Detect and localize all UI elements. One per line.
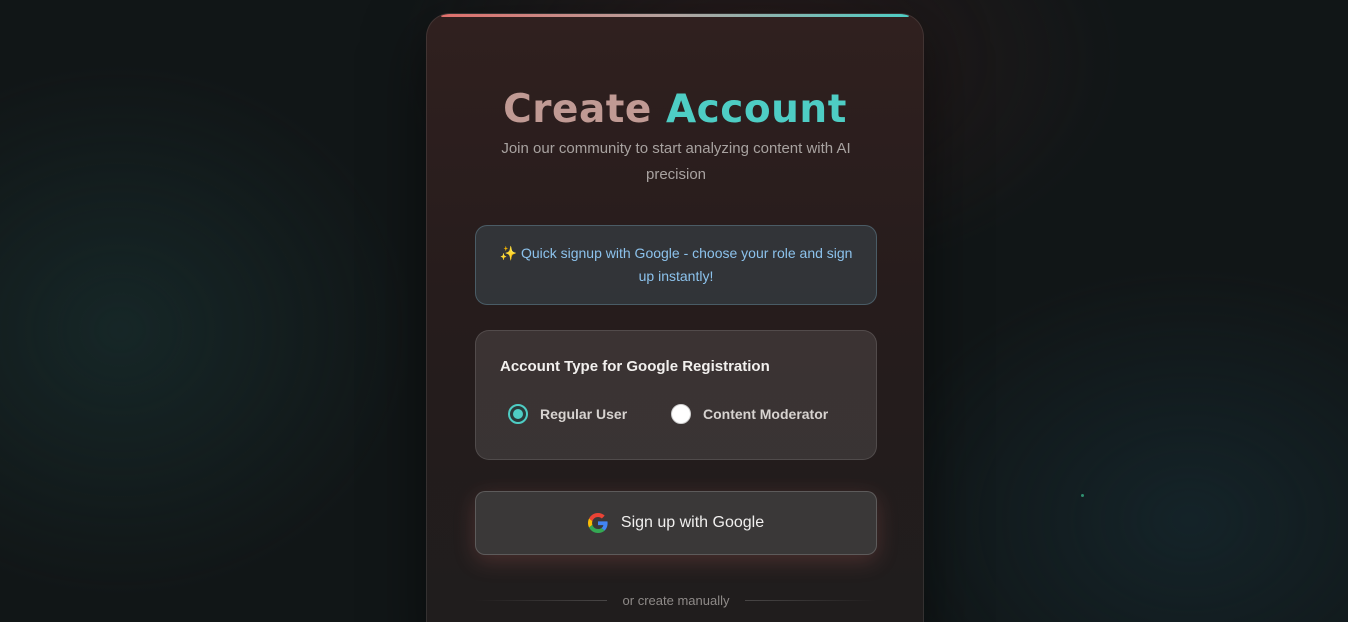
page-title-word-create: Create	[503, 87, 652, 132]
google-signup-label: Sign up with Google	[620, 514, 765, 531]
card-accent-line	[441, 14, 909, 17]
account-type-heading: Account Type for Google Registration	[500, 358, 770, 375]
google-signup-button[interactable]: Sign up with Google	[475, 491, 877, 555]
page-title: Create Account	[427, 86, 923, 134]
divider-line-right	[745, 599, 878, 601]
signup-card: Create Account Join our community to sta…	[426, 13, 924, 622]
google-g-icon	[587, 513, 608, 533]
radio-option-regular-user[interactable]: Regular User	[508, 404, 627, 424]
account-type-panel: Account Type for Google Registration Reg…	[475, 330, 877, 460]
radio-label-regular-user: Regular User	[540, 406, 628, 422]
divider-line-left	[475, 599, 607, 601]
sparkles-icon: ✨	[499, 245, 517, 261]
radio-label-content-moderator: Content Moderator	[703, 406, 829, 422]
page-subtitle: Join our community to start analyzing co…	[501, 140, 851, 183]
google-signup-notice: ✨ Quick signup with Google - choose your …	[475, 225, 877, 305]
or-divider: or create manually	[475, 590, 878, 610]
background-particle	[1081, 494, 1084, 497]
radio-button-content-moderator[interactable]	[671, 404, 691, 424]
page-title-word-account: Account	[665, 87, 847, 132]
notice-text: Quick signup with Google - choose your r…	[520, 245, 853, 284]
radio-button-regular-user[interactable]	[508, 404, 528, 424]
radio-option-content-moderator[interactable]: Content Moderator	[671, 404, 828, 424]
divider-text: or create manually	[622, 592, 730, 608]
